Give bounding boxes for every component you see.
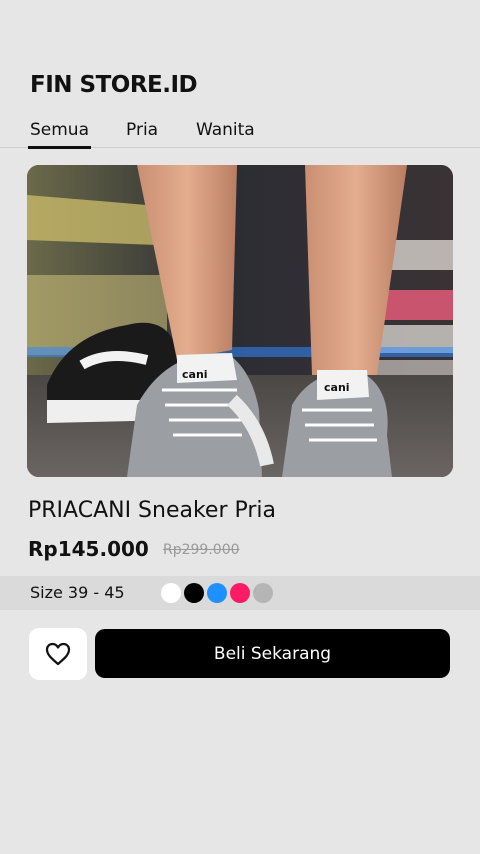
color-swatch[interactable] <box>230 583 250 603</box>
shoe-brand-label: cani <box>324 381 350 394</box>
size-label: Size 39 - 45 <box>30 583 125 602</box>
sneaker-photo: cani cani <box>27 165 453 477</box>
product-image[interactable]: cani cani <box>27 165 453 477</box>
tab-semua[interactable]: Semua <box>27 120 92 149</box>
category-tabs: Semua Pria Wanita <box>0 120 480 150</box>
color-swatch[interactable] <box>207 583 227 603</box>
favorite-button[interactable] <box>29 628 87 680</box>
color-swatches <box>161 583 273 603</box>
product-original-price: Rp299.000 <box>163 542 240 558</box>
size-color-bar: Size 39 - 45 <box>0 576 480 610</box>
product-name: PRIACANI Sneaker Pria <box>28 498 277 523</box>
tab-wanita[interactable]: Wanita <box>196 120 255 140</box>
product-price: Rp145.000 <box>28 537 149 561</box>
color-swatch[interactable] <box>253 583 273 603</box>
color-swatch[interactable] <box>184 583 204 603</box>
heart-outline-icon <box>45 642 71 666</box>
buy-now-button[interactable]: Beli Sekarang <box>95 629 450 678</box>
shoe-brand-label-left: cani <box>182 368 208 381</box>
store-title: FIN STORE.ID <box>30 72 198 98</box>
tab-pria[interactable]: Pria <box>126 120 158 140</box>
color-swatch[interactable] <box>161 583 181 603</box>
